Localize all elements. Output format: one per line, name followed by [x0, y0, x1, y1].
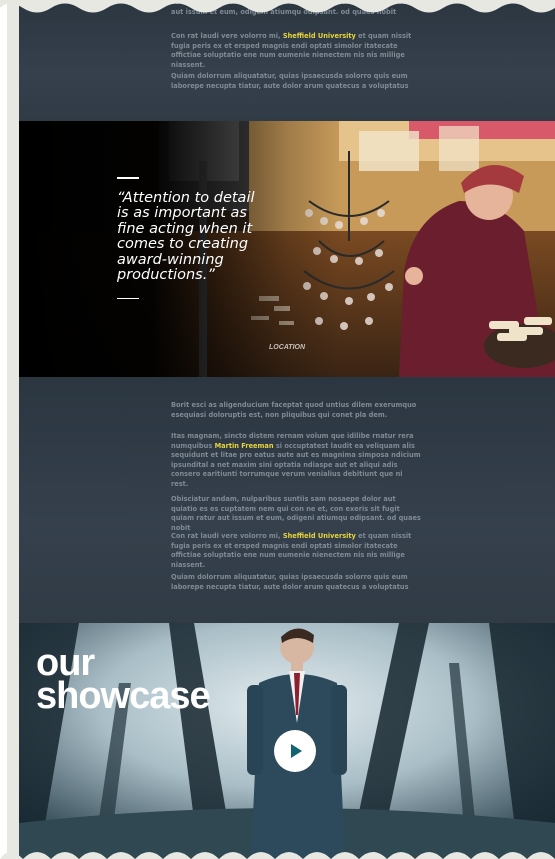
highlight-link[interactable]: Sheffield University — [283, 32, 356, 40]
text-section-bottom: Borit esci as aligenducium faceptat quod… — [19, 377, 555, 623]
highlight-link[interactable]: Martin Freeman — [215, 442, 274, 450]
body-paragraph: Obisciatur andam, nulparibus suntiis sam… — [171, 495, 421, 532]
showcase-section: our showcase — [19, 623, 555, 859]
workshop-photo: LOCATION — [19, 121, 555, 377]
body-paragraph: Con rat laudi vere volorro mi, Sheffield… — [171, 532, 412, 569]
photo-watermark: LOCATION — [269, 344, 306, 351]
quote-text: “Attention to detail is as important as … — [117, 189, 255, 283]
quote-rule-top — [117, 177, 139, 179]
play-icon — [291, 744, 302, 758]
body-paragraph: Con rat laudi vere volorro mi, Sheffield… — [171, 32, 412, 69]
page-content: es es cuptatem nem qui con ne et, con ex… — [19, 0, 555, 859]
scalloped-bottom-edge — [0, 852, 555, 859]
quote-section: LOCATION “Attention to detail is as impo… — [19, 121, 555, 377]
play-video-button[interactable] — [274, 730, 316, 772]
body-paragraph: Borit esci as aligenducium faceptat quod… — [171, 401, 417, 419]
showcase-title: our showcase — [36, 642, 211, 717]
highlight-link[interactable]: Sheffield University — [283, 532, 356, 540]
body-paragraph: Quiam dolorrum aliquatatur, quias ipsaec… — [171, 72, 409, 90]
body-paragraph: Quiam dolorrum aliquatatur, quias ipsaec… — [171, 573, 409, 591]
pull-quote: “Attention to detail is as important as … — [117, 177, 257, 299]
quote-rule-bottom — [117, 297, 139, 299]
scalloped-top-edge — [0, 0, 555, 13]
body-paragraph: Itas magnam, sincto distem rernam volum … — [171, 432, 421, 488]
page-left-border — [0, 0, 7, 859]
